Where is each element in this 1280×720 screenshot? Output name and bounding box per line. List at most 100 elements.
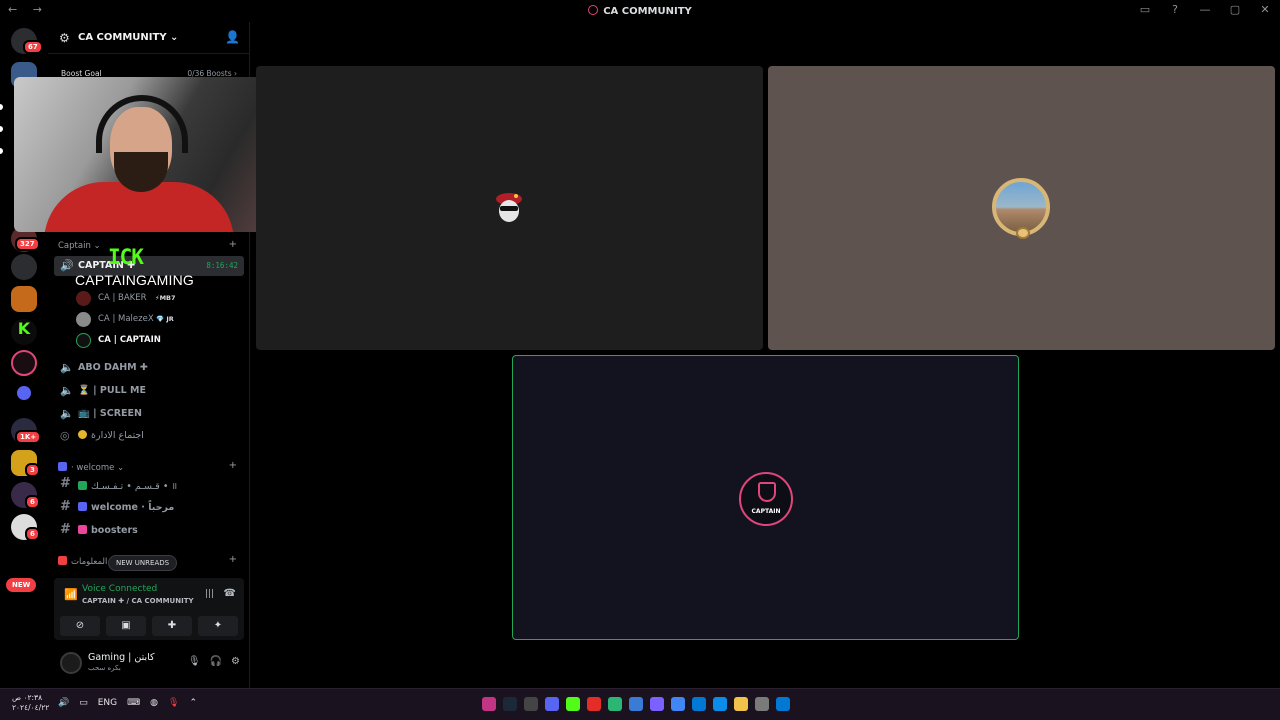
signal-icon[interactable]: 📶 [64, 588, 78, 601]
user-controls: 🎙 🎧 ⚙ [188, 656, 240, 667]
participant-tile[interactable] [768, 66, 1275, 350]
stage-channel-meeting[interactable]: ◎ اجتماع الادارة [54, 426, 244, 446]
system-tray: 🔊 ▭ ENG ⌨ ◍ 🎙 ⌃ [58, 698, 197, 708]
pin-icon [58, 556, 67, 565]
add-channel-icon[interactable]: + [229, 460, 237, 471]
file-explorer-icon[interactable] [734, 697, 748, 711]
speaker-icon: 🔊 [60, 259, 74, 272]
add-channel-icon[interactable]: + [229, 239, 237, 250]
kick-app-icon[interactable] [566, 697, 580, 711]
member-name: CA | CAPTAIN [98, 335, 161, 345]
voice-timer: 8:16:42 [206, 261, 238, 270]
tray-expand-icon[interactable]: ⌃ [189, 698, 197, 708]
voice-channel-pull-me[interactable]: 🔈 ⏳ | PULL ME [54, 381, 244, 401]
calendar-icon[interactable] [692, 697, 706, 711]
voice-status[interactable]: Voice Connected [82, 584, 157, 594]
member-name: CA | MalezeX [98, 314, 154, 324]
stage-icon: ◎ [60, 429, 70, 442]
microphone-icon[interactable]: 🎙 [168, 698, 179, 708]
office-icon[interactable] [629, 697, 643, 711]
microphone-icon[interactable]: 🎙 [188, 656, 201, 667]
member-name: CA | BAKER [98, 293, 147, 303]
member-tag: 💎 JR [156, 315, 174, 323]
chrome-icon[interactable] [671, 697, 685, 711]
help-icon[interactable]: ? [1168, 3, 1182, 16]
server-header[interactable]: ⚙ CA COMMUNITY ⌄ 👤 [48, 22, 250, 54]
new-unreads-pill[interactable]: NEW [6, 578, 37, 592]
title-bar: ← → CA COMMUNITY ▭ ? — ▢ ✕ [0, 0, 1280, 22]
obs-icon[interactable] [650, 697, 664, 711]
hashtag-icon: # [60, 522, 71, 537]
network-icon[interactable]: ◍ [150, 698, 158, 708]
user-settings-gear-icon[interactable]: ⚙ [231, 656, 240, 667]
activities-icon[interactable]: ✚ [152, 616, 192, 636]
speaker-icon: 🔈 [60, 407, 74, 420]
store-icon[interactable] [755, 697, 769, 711]
record-app-icon[interactable] [587, 697, 601, 711]
server-badge: 6 [25, 527, 40, 541]
voice-channel-screen[interactable]: 🔈 📺 | SCREEN [54, 404, 244, 424]
airplane-icon [78, 502, 87, 511]
server-icon[interactable] [11, 286, 37, 312]
folder-icon[interactable] [17, 386, 31, 400]
windows-start-icon[interactable] [776, 697, 790, 711]
participant-tile-speaking[interactable]: CAPTAIN [512, 355, 1019, 640]
headphones-icon[interactable]: 🎧 [210, 656, 222, 667]
emoji-icon [78, 430, 87, 439]
language-indicator[interactable]: ENG [98, 698, 117, 708]
text-channel[interactable]: # قـسـم • تـفـسـك • ॥ [54, 475, 244, 495]
server-logo-icon [588, 5, 599, 15]
headset-icon [96, 95, 188, 153]
unread-pip [0, 104, 3, 110]
channel-label: 📺 | SCREEN [78, 408, 142, 419]
unread-pip [0, 148, 3, 154]
noise-suppression-icon[interactable]: ||| [205, 589, 214, 599]
add-channel-icon[interactable]: + [229, 554, 237, 565]
category-info[interactable]: المعلومات [58, 556, 107, 567]
hashtag-icon: # [60, 499, 71, 514]
member-tag: ⚡MB7 [155, 294, 176, 302]
display-icon[interactable]: ▭ [79, 698, 88, 708]
clock[interactable]: ٠٢:٣٨ ص ٢٠٢٤/٠٤/٢٢ [12, 693, 49, 713]
minimize-button[interactable]: — [1198, 3, 1212, 16]
category-captain[interactable]: Captain ⌄ [58, 241, 101, 251]
streamer-name-overlay: CAPTAINGAMING [75, 272, 195, 288]
voice-location[interactable]: CAPTAIN ✚ / CA COMMUNITY [82, 597, 194, 605]
category-welcome[interactable]: · welcome ⌄ [58, 462, 124, 473]
power-app-icon[interactable] [608, 697, 622, 711]
new-unreads-button[interactable]: NEW UNREADS [108, 555, 178, 571]
volume-icon[interactable]: 🔊 [58, 698, 69, 708]
disconnect-icon[interactable]: ☎ [224, 588, 236, 599]
instagram-icon[interactable] [482, 697, 496, 711]
steam-icon[interactable] [503, 697, 517, 711]
voice-channel-abo-dahm[interactable]: 🔈 ABO DAHM ✚ [54, 358, 244, 378]
screen-share-icon[interactable]: ▣ [106, 616, 146, 636]
unread-pip [0, 126, 3, 132]
participant-tile[interactable] [256, 66, 763, 350]
server-badge: 6 [25, 495, 40, 509]
invite-people-icon[interactable]: 👤 [225, 30, 240, 44]
fox-logo-icon [758, 482, 776, 502]
close-button[interactable]: ✕ [1258, 3, 1272, 16]
kick-server-icon[interactable]: K [11, 319, 37, 345]
heart-icon [78, 525, 87, 534]
ca-community-server-icon[interactable] [11, 350, 37, 376]
soundboard-icon[interactable]: ✦ [198, 616, 238, 636]
edge-icon[interactable] [713, 697, 727, 711]
user-name[interactable]: Gaming | كابتن [88, 652, 155, 663]
maximize-button[interactable]: ▢ [1228, 3, 1242, 16]
user-avatar[interactable] [60, 652, 82, 674]
discord-icon[interactable] [545, 697, 559, 711]
avatar-decoration-icon [1016, 227, 1030, 239]
keyboard-icon[interactable]: ⌨ [127, 698, 140, 708]
inbox-icon[interactable]: ▭ [1138, 3, 1152, 16]
camera-off-icon[interactable]: ⊘ [60, 616, 100, 636]
beret-avatar-icon [496, 193, 522, 222]
game-server-icon[interactable] [11, 254, 37, 280]
logo-caption: CAPTAIN [751, 508, 781, 515]
check-icon [78, 481, 87, 490]
settings-app-icon[interactable] [524, 697, 538, 711]
text-channel-boosters[interactable]: # boosters [54, 521, 244, 541]
webcam-overlay [14, 77, 272, 232]
text-channel-welcome[interactable]: # welcome · مرحباً [54, 498, 244, 518]
